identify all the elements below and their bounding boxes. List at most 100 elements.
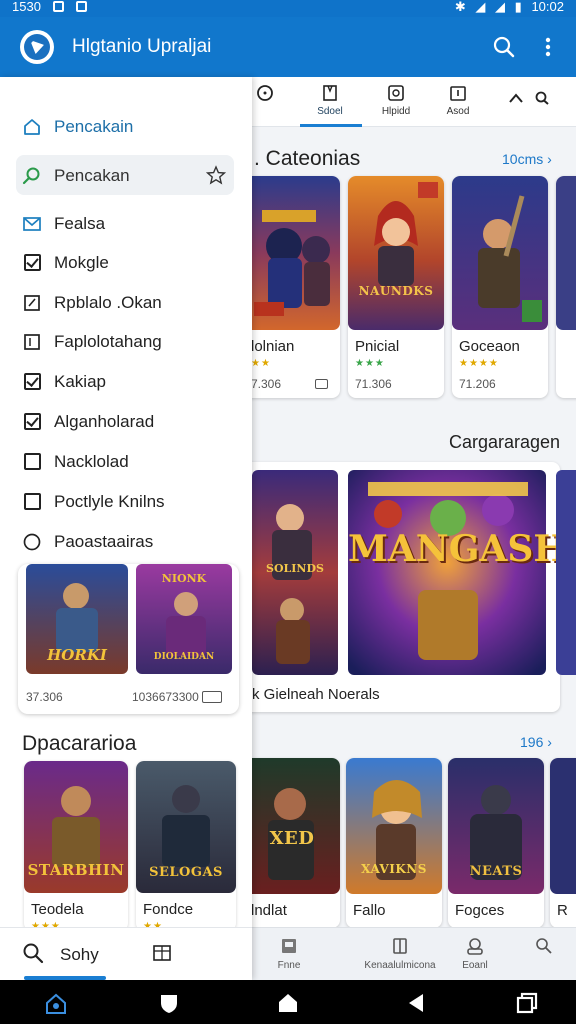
status-bar: 1530 ✱ ◢ ◢ ▮ 10:02 — [0, 0, 576, 17]
game-name: lolnian — [251, 338, 295, 355]
game-card[interactable]: XED lndlat — [244, 758, 340, 928]
grid-icon[interactable] — [152, 943, 172, 963]
recents-button-icon[interactable] — [516, 992, 538, 1014]
game-card[interactable]: R — [550, 758, 576, 928]
checkbox-icon[interactable] — [24, 493, 41, 510]
search-icon[interactable] — [22, 942, 44, 964]
home-app-icon[interactable] — [44, 992, 68, 1016]
tab-hlpidd[interactable]: Hlpidd — [374, 83, 418, 117]
bluetooth-icon: ✱ — [454, 0, 466, 14]
calendar-icon — [450, 86, 466, 101]
search-icon — [536, 938, 552, 954]
app-screen: 1530 ✱ ◢ ◢ ▮ 10:02 Hlgtanio Upraljai Sdo… — [0, 0, 576, 1024]
game-art-title: STARBHIN — [27, 861, 125, 879]
tab-asod[interactable]: Asod — [438, 83, 478, 117]
shield-icon[interactable] — [158, 992, 180, 1014]
checkbox-icon[interactable] — [24, 453, 41, 470]
mail-icon — [23, 217, 41, 231]
featured-left-title: SOLINDS — [266, 562, 324, 575]
featured-art-next — [556, 470, 576, 675]
drawer-item-mokgle[interactable]: Mokgle — [0, 244, 252, 280]
drawer-promo-card[interactable]: HORKI NIONK DIOLAIDAN 37.306 1036673300 — [18, 564, 239, 714]
library-icon — [393, 938, 407, 954]
game-size: 71.206 — [459, 377, 496, 391]
game-name: Goceaon — [459, 338, 520, 355]
game-card[interactable]: NEATS Fogces — [448, 758, 544, 928]
checkbox-icon[interactable] — [24, 413, 41, 430]
checkbox-icon[interactable] — [24, 373, 41, 390]
featured-art-main — [348, 470, 546, 675]
game-card[interactable]: lolnian ★★ 7.306 — [244, 176, 340, 398]
game-art-title: NEATS — [469, 864, 523, 879]
game-art — [348, 176, 444, 330]
drawer-bottom-bar: Sohy — [0, 927, 252, 980]
tab-home[interactable] — [252, 83, 278, 106]
tab-bar: Sdoel Hlpidd Asod — [252, 77, 576, 127]
game-art — [244, 176, 340, 330]
game-card[interactable]: NAUNDKS Pnicial ★★★ 71.306 — [348, 176, 444, 398]
game-name: Pnicial — [355, 338, 400, 355]
game-card[interactable]: SELOGAS Fondce ★★ — [136, 761, 236, 931]
battery-icon: ▮ — [514, 0, 522, 14]
section-title-featured: Cargararagen — [449, 432, 561, 452]
home-button-icon[interactable] — [277, 992, 299, 1014]
tab-indicator — [300, 124, 362, 127]
game-name: Fogces — [455, 902, 505, 919]
game-art — [244, 758, 340, 894]
game-name: Fondce — [143, 901, 194, 918]
game-art — [452, 176, 548, 330]
bottom-nav-item[interactable] — [532, 936, 556, 960]
game-card[interactable]: XAVIKNS Fallo — [346, 758, 442, 928]
star-outline-icon[interactable] — [206, 165, 226, 185]
tab-sdoel[interactable]: Sdoel — [308, 83, 352, 117]
game-card[interactable]: STARBHIN Teodela ★★★ — [24, 761, 128, 931]
chevron-search-icon — [509, 91, 549, 105]
game-card[interactable] — [556, 176, 576, 398]
game-card[interactable]: Goceaon ★★★★ 71.206 — [452, 176, 548, 398]
bottom-nav-item[interactable]: Fnne — [274, 936, 304, 971]
see-all-categories[interactable]: 10cms › — [502, 151, 552, 167]
game-size: 71.306 — [355, 377, 392, 391]
bottom-nav-item[interactable]: Kenaalulmicona — [362, 936, 438, 971]
download-icon[interactable] — [315, 379, 328, 389]
notification-icon — [52, 1, 64, 12]
status-clock: 10:02 — [531, 0, 564, 14]
tab-search[interactable] — [506, 91, 556, 105]
drawer-bottom-label[interactable]: Sohy — [60, 945, 99, 965]
status-time: 1530 — [12, 0, 41, 14]
more-vert-icon[interactable] — [538, 35, 558, 59]
promo-right-title: DIOLAIDAN — [153, 652, 215, 662]
drawer-item-faplolotahang[interactable]: Faplolotahang — [0, 323, 252, 359]
drawer-item-home[interactable]: Pencakain — [0, 108, 252, 144]
checkbox-icon[interactable] — [24, 254, 41, 271]
game-name: lndlat — [251, 902, 287, 919]
tab-label: Sdoel — [317, 106, 343, 117]
drawer-item-rpblalo[interactable]: Rpblalo .Okan — [0, 284, 252, 320]
game-name: Fallo — [353, 902, 386, 919]
bottom-nav-item[interactable]: Eoanl — [460, 936, 490, 971]
rating-stars: ★★★ — [355, 358, 385, 369]
drawer-item-fealsa[interactable]: Fealsa — [0, 205, 252, 241]
download-icon[interactable] — [202, 691, 222, 703]
back-button-icon[interactable] — [405, 992, 427, 1014]
app-logo[interactable] — [20, 30, 54, 64]
app-title: Hlgtanio Upraljai — [72, 36, 212, 57]
rating-stars: ★★★★ — [459, 358, 499, 369]
game-art-title: XED — [269, 828, 315, 849]
featured-main-title: MANGASH — [348, 528, 560, 570]
tab-label: Asod — [446, 106, 470, 117]
game-name: Teodela — [31, 901, 84, 918]
drawer-item-search[interactable]: Pencakan — [0, 157, 252, 193]
drawer-item-poctlyle[interactable]: Poctlyle Knilns — [0, 483, 252, 519]
system-nav-bar — [0, 980, 576, 1024]
game-name: R — [557, 902, 568, 919]
drawer-item-nacklolad[interactable]: Nacklolad — [0, 443, 252, 479]
drawer-item-alganholarad[interactable]: Alganholarad — [0, 403, 252, 439]
drawer-item-kakiap[interactable]: Kakiap — [0, 363, 252, 399]
edit-icon — [24, 295, 40, 311]
drawer-item-paoastaairas[interactable]: Paoastaairas — [0, 523, 252, 559]
game-art-title: NAUNDKS — [358, 284, 434, 298]
see-all-popular[interactable]: 196 › — [520, 734, 552, 750]
search-icon[interactable] — [492, 35, 516, 59]
featured-banner[interactable]: SOLINDS MANGASH k Gielneah Noerals — [244, 462, 560, 712]
